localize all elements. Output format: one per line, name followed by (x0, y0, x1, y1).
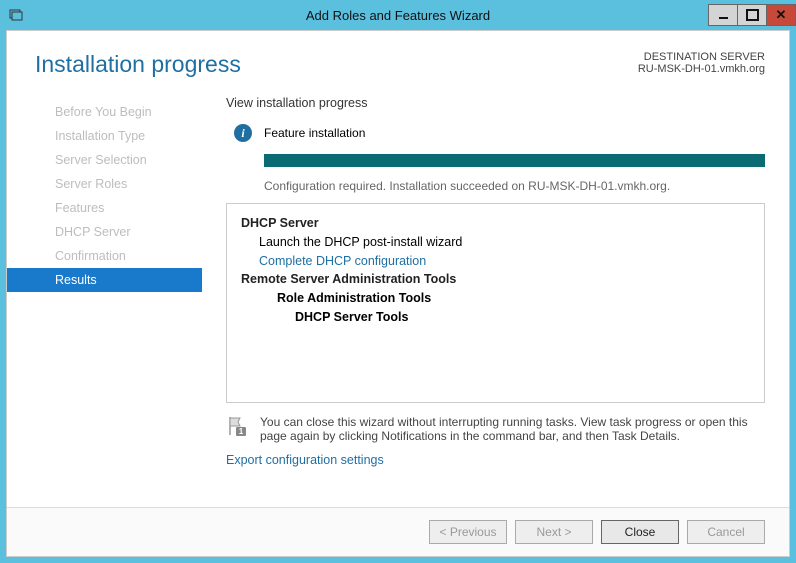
maximize-button[interactable] (737, 4, 767, 26)
feature-installation-label: Feature installation (264, 126, 365, 140)
close-window-button[interactable]: ✕ (766, 4, 796, 26)
export-settings-link[interactable]: Export configuration settings (226, 453, 765, 467)
destination-label: DESTINATION SERVER (638, 51, 765, 63)
progress-bar-wrap (264, 154, 765, 167)
flag-icon: 1 (226, 415, 248, 437)
nav-dhcp-server: DHCP Server (7, 220, 202, 244)
destination-server: RU-MSK-DH-01.vmkh.org (638, 63, 765, 75)
footer: < Previous Next > Close Cancel (7, 507, 789, 556)
close-button[interactable]: Close (601, 520, 679, 544)
complete-dhcp-link[interactable]: Complete DHCP configuration (241, 252, 750, 271)
minimize-button[interactable] (708, 4, 738, 26)
progress-bar (264, 154, 765, 167)
nav-installation-type: Installation Type (7, 124, 202, 148)
wizard-body: Installation progress DESTINATION SERVER… (6, 30, 790, 557)
note-row: 1 You can close this wizard without inte… (226, 415, 765, 443)
view-progress-label: View installation progress (226, 96, 765, 110)
window-controls: ✕ (709, 4, 796, 26)
nav-results[interactable]: Results (7, 268, 202, 292)
info-icon: i (234, 124, 252, 142)
nav-server-roles: Server Roles (7, 172, 202, 196)
wizard-window: Add Roles and Features Wizard ✕ Installa… (0, 0, 796, 563)
page-title: Installation progress (35, 51, 241, 78)
main-body: Before You Begin Installation Type Serve… (7, 86, 789, 507)
titlebar: Add Roles and Features Wizard ✕ (0, 0, 796, 30)
status-text: Configuration required. Installation suc… (264, 179, 765, 193)
previous-button: < Previous (429, 520, 507, 544)
nav-server-selection: Server Selection (7, 148, 202, 172)
result-tools-leaf: DHCP Server Tools (241, 308, 750, 327)
results-box: DHCP Server Launch the DHCP post-install… (226, 203, 765, 403)
header: Installation progress DESTINATION SERVER… (7, 31, 789, 86)
note-text: You can close this wizard without interr… (260, 415, 765, 443)
cancel-button: Cancel (687, 520, 765, 544)
result-tools-sub: Role Administration Tools (241, 289, 750, 308)
nav-before-you-begin: Before You Begin (7, 100, 202, 124)
destination-info: DESTINATION SERVER RU-MSK-DH-01.vmkh.org (638, 51, 765, 75)
feature-status-row: i Feature installation (226, 124, 765, 142)
window-title: Add Roles and Features Wizard (0, 8, 796, 23)
content-pane: View installation progress i Feature ins… (202, 86, 789, 507)
result-launch-text: Launch the DHCP post-install wizard (241, 233, 750, 252)
sidebar: Before You Begin Installation Type Serve… (7, 86, 202, 507)
next-button: Next > (515, 520, 593, 544)
nav-confirmation: Confirmation (7, 244, 202, 268)
svg-text:1: 1 (239, 427, 244, 436)
nav-features: Features (7, 196, 202, 220)
result-role: DHCP Server (241, 214, 750, 233)
result-tools-header: Remote Server Administration Tools (241, 270, 750, 289)
